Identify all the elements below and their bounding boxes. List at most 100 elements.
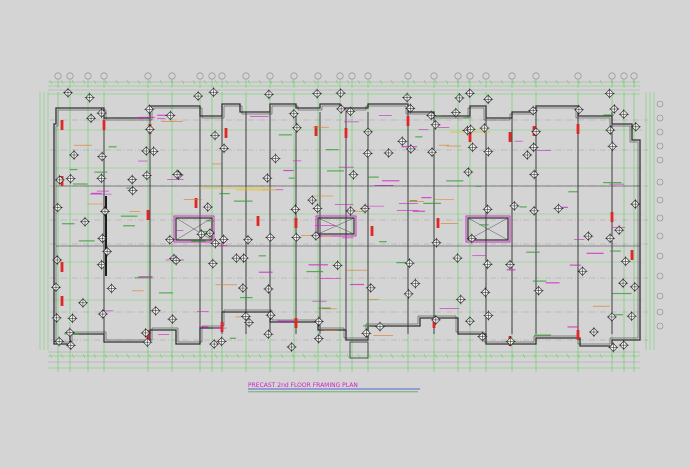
annotation-text — [612, 292, 632, 295]
grid-bubble-icon — [430, 72, 438, 80]
annotation-text — [367, 176, 379, 178]
annotation-text — [475, 185, 482, 187]
red-marker — [468, 132, 472, 142]
grid-bubble-icon — [574, 72, 582, 80]
annotation-text — [349, 283, 365, 286]
grid-bubble-icon — [336, 72, 344, 80]
grid-bubble-icon — [656, 232, 664, 240]
annotation-text — [479, 224, 489, 226]
grid-bubble-icon — [656, 196, 664, 204]
grid-bubble-icon — [630, 72, 638, 80]
walls — [53, 103, 641, 347]
grid-bubble-icon — [54, 72, 62, 80]
red-marker — [508, 132, 512, 142]
annotation-text — [240, 296, 253, 299]
grid-bubble-icon — [208, 72, 216, 80]
grid-bubble-icon — [656, 292, 664, 300]
red-marker — [146, 210, 150, 220]
annotation-text — [72, 183, 88, 185]
annotation-text — [229, 337, 237, 339]
grid-bubble-icon — [196, 72, 204, 80]
annotation-text — [288, 177, 295, 179]
annotation-text — [363, 325, 371, 327]
annotation-text — [421, 197, 432, 199]
annotation-text — [258, 271, 273, 273]
annotation-text — [382, 180, 400, 182]
grid-bubble-icon — [242, 72, 250, 80]
red-marker — [220, 322, 224, 332]
annotation-text — [94, 171, 108, 173]
exterior-wall-inner — [55, 105, 639, 345]
grid-bubble-icon — [656, 214, 664, 222]
annotation-text — [283, 169, 294, 172]
floor-framing-plan: PRECAST 2nd FLOOR FRAMING PLAN — [39, 72, 664, 393]
red-marker — [576, 124, 580, 134]
annotation-text — [278, 134, 292, 136]
red-marker — [630, 250, 634, 260]
annotation-text — [277, 320, 294, 322]
annotation-text — [138, 116, 155, 119]
annotation-text — [91, 192, 102, 195]
grid-bubble-icon — [608, 72, 616, 80]
grid-bubble-icon — [482, 72, 490, 80]
grid-bubble-icon — [466, 72, 474, 80]
annotation-text — [568, 191, 578, 193]
grid-bubble-icon — [656, 156, 664, 164]
annotation-text — [158, 292, 173, 294]
grid-bubble-icon — [656, 100, 664, 108]
annotation-text — [567, 326, 579, 328]
annotation-text — [569, 264, 581, 266]
annotation-text — [219, 192, 230, 195]
grid-bubble-icon — [290, 72, 298, 80]
grid-bubble-icon — [348, 72, 356, 80]
grid-bubble-icon — [656, 322, 664, 330]
grid-bubble-icon — [404, 72, 412, 80]
annotation-text — [325, 149, 339, 151]
red-marker — [60, 262, 64, 272]
annotation-text — [610, 250, 621, 252]
annotation-text — [586, 252, 604, 254]
annotation-text — [545, 282, 560, 284]
annotation-text — [318, 307, 331, 309]
annotation-text — [108, 146, 117, 148]
red-marker — [344, 128, 348, 138]
grid-bubble-icon — [314, 72, 322, 80]
exterior-wall — [53, 103, 641, 347]
red-marker — [224, 128, 228, 138]
grid-bubble-icon — [656, 142, 664, 150]
grid-bubble-icon — [168, 72, 176, 80]
annotation-text — [191, 240, 206, 242]
grid-bubble-icon — [100, 72, 108, 80]
red-marker — [576, 330, 580, 340]
annotation-text — [326, 170, 344, 172]
annotation-text — [123, 225, 135, 227]
grid-bubble-icon — [620, 72, 628, 80]
red-marker — [102, 120, 106, 130]
annotation-text — [435, 115, 442, 117]
annotation-text — [519, 206, 527, 208]
red-marker — [370, 226, 374, 236]
red-marker — [406, 116, 410, 126]
red-marker — [256, 216, 260, 226]
grid-bubble-icon — [656, 128, 664, 136]
red-marker — [610, 212, 614, 222]
grid-bubble-icon — [218, 72, 226, 80]
grid-bubble-icon — [656, 272, 664, 280]
grid-bubble-icon — [656, 252, 664, 260]
annotation-text — [62, 223, 75, 225]
grid-bubble-icon — [532, 72, 540, 80]
grid-bubble-icon — [84, 72, 92, 80]
red-marker — [436, 218, 440, 228]
annotation-text — [446, 180, 464, 182]
annotation-text — [603, 114, 614, 116]
annotation-text — [379, 241, 387, 243]
grid-bubble-icon — [454, 72, 462, 80]
annotation-text — [463, 117, 472, 119]
grid-bubble-icon — [656, 178, 664, 186]
annotation-text — [78, 240, 95, 242]
grid-bubble-icon — [364, 72, 372, 80]
annotation-text — [219, 245, 228, 247]
grid-bubble-icon — [266, 72, 274, 80]
grid-bubble-icon — [66, 72, 74, 80]
red-marker — [60, 120, 64, 130]
